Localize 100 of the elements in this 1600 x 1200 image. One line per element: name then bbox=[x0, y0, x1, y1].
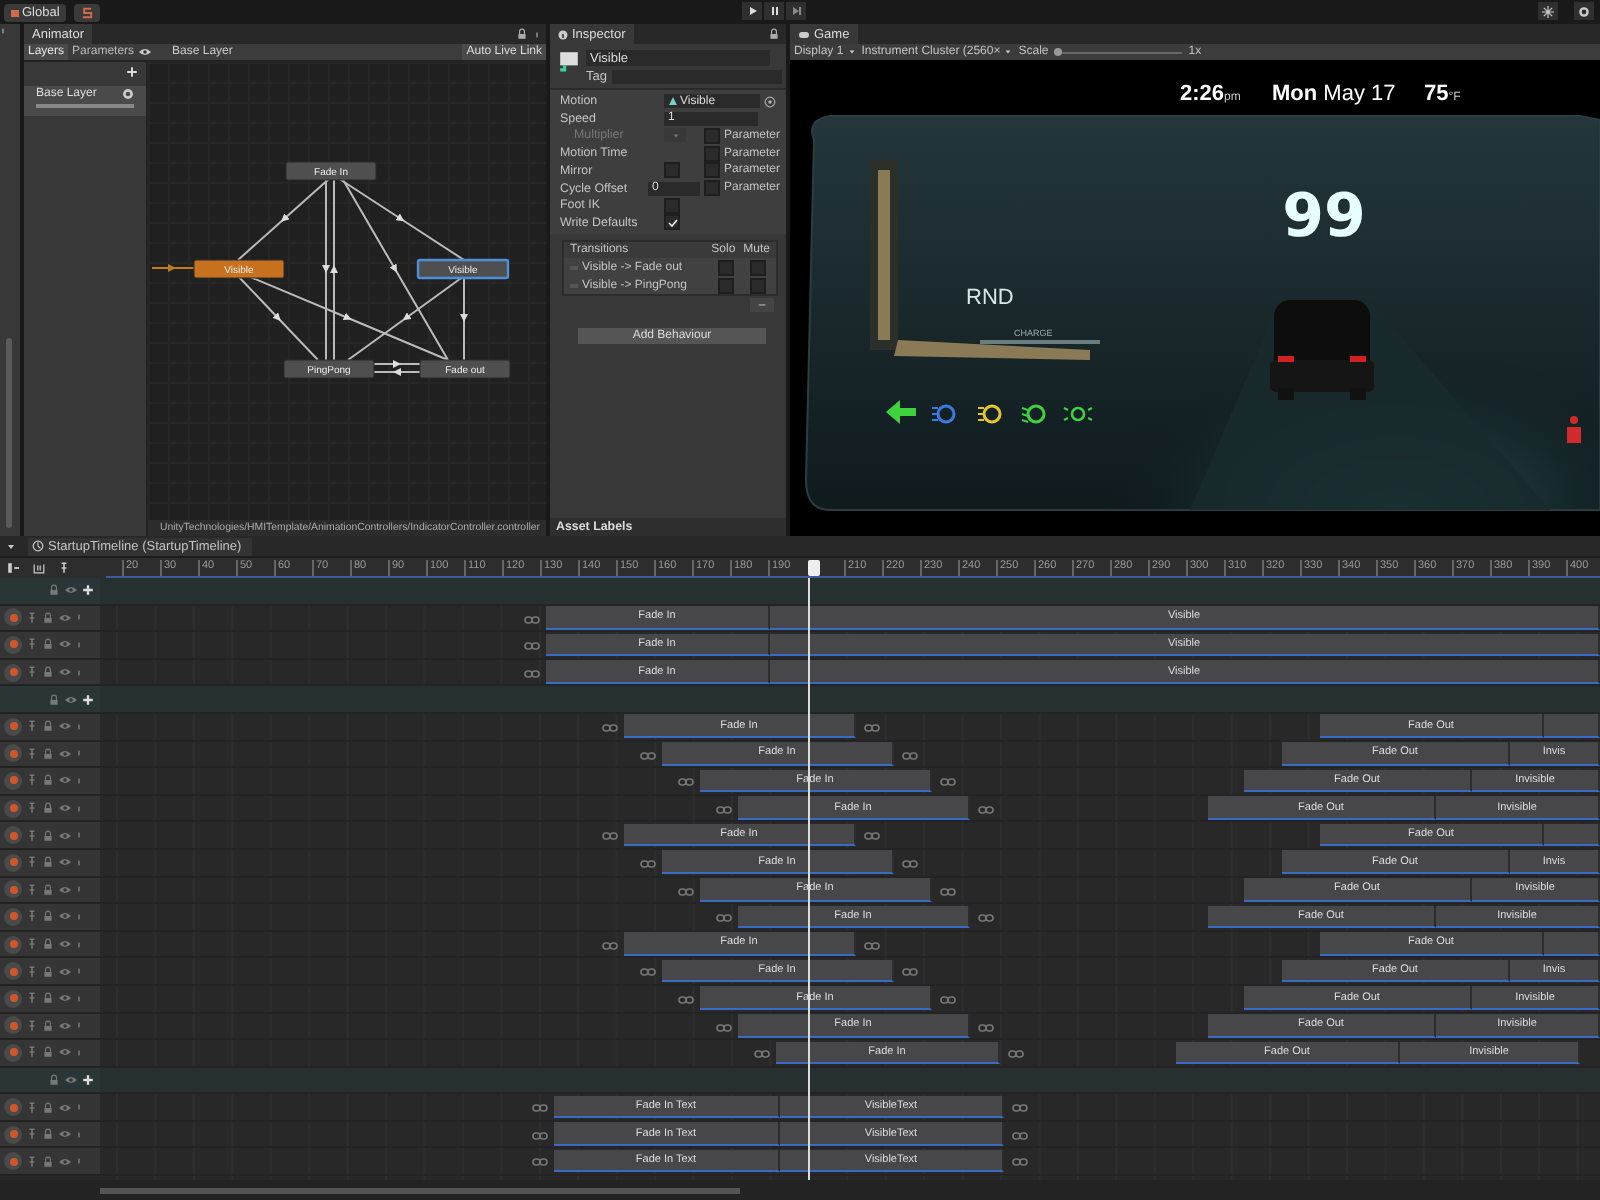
eye-icon bbox=[58, 829, 72, 842]
eye-icon bbox=[58, 1128, 72, 1141]
link-icon bbox=[1012, 1158, 1028, 1167]
low-beam-icon bbox=[1021, 404, 1046, 424]
eye-icon bbox=[58, 1019, 72, 1032]
pin-icon bbox=[26, 829, 38, 842]
eye-icon bbox=[58, 883, 72, 896]
timeline-clip[interactable] bbox=[1544, 932, 1600, 956]
link-icon bbox=[716, 1023, 732, 1031]
lock-icon bbox=[42, 666, 54, 679]
add-icon bbox=[82, 693, 94, 706]
check-icon bbox=[667, 217, 677, 228]
play-button[interactable] bbox=[742, 2, 762, 20]
pin-icon bbox=[26, 1101, 38, 1114]
snap-button[interactable] bbox=[73, 3, 100, 21]
eye-icon bbox=[64, 584, 78, 597]
pin-icon bbox=[26, 938, 38, 951]
pin-icon bbox=[26, 1155, 38, 1168]
settings-button[interactable] bbox=[1574, 2, 1594, 20]
add-icon bbox=[82, 584, 94, 597]
lock-icon bbox=[42, 611, 54, 624]
timeline-clip[interactable] bbox=[1544, 823, 1600, 847]
link-icon bbox=[940, 887, 956, 896]
link-icon bbox=[678, 778, 694, 787]
solo-checkbox[interactable] bbox=[718, 277, 734, 293]
playhead-handle[interactable] bbox=[808, 560, 820, 576]
pivot-icon bbox=[10, 7, 20, 17]
link-icon bbox=[532, 1131, 548, 1140]
fog-light-icon bbox=[977, 404, 1002, 424]
target-icon bbox=[764, 95, 776, 108]
checkbox[interactable] bbox=[703, 180, 720, 197]
gear-indicator: RND bbox=[966, 286, 1014, 310]
eye-icon bbox=[58, 1046, 72, 1059]
checkbox[interactable] bbox=[664, 162, 680, 179]
snap-icon bbox=[79, 5, 94, 19]
pin-icon bbox=[58, 562, 70, 574]
slider-thumb[interactable] bbox=[1054, 48, 1063, 56]
link-icon bbox=[532, 1104, 548, 1113]
link-icon bbox=[902, 859, 918, 868]
solo-checkbox[interactable] bbox=[718, 259, 734, 275]
scrollbar-thumb[interactable] bbox=[100, 1187, 740, 1193]
link-icon bbox=[640, 751, 656, 760]
lock-icon bbox=[42, 1101, 54, 1114]
lock-icon bbox=[42, 883, 54, 896]
services-button[interactable] bbox=[1538, 2, 1558, 20]
link-icon bbox=[716, 805, 732, 814]
pin-icon bbox=[26, 611, 38, 624]
pin-icon bbox=[26, 1019, 38, 1032]
scale-slider[interactable] bbox=[1054, 48, 1183, 56]
link-icon bbox=[1012, 1131, 1028, 1140]
eye-icon bbox=[58, 611, 72, 624]
eye-icon bbox=[58, 992, 72, 1005]
lock-icon bbox=[768, 28, 780, 40]
eye-icon bbox=[58, 638, 72, 651]
parameter-dropdown[interactable] bbox=[664, 128, 686, 143]
snap-icon bbox=[32, 562, 46, 574]
checkbox[interactable] bbox=[703, 162, 720, 179]
mute-checkbox[interactable] bbox=[750, 277, 766, 293]
speed-readout: 99 bbox=[1282, 182, 1366, 252]
lock-icon bbox=[42, 1155, 54, 1168]
lock-icon bbox=[42, 1046, 54, 1059]
link-icon bbox=[524, 615, 540, 624]
link-icon bbox=[524, 642, 540, 651]
add-icon bbox=[126, 66, 138, 78]
checkbox[interactable] bbox=[664, 214, 680, 231]
lock-icon bbox=[42, 802, 54, 815]
clip-icon bbox=[668, 96, 678, 107]
checkbox[interactable] bbox=[703, 145, 720, 162]
step-button[interactable] bbox=[786, 2, 806, 20]
eye-icon bbox=[58, 856, 72, 869]
eye-icon bbox=[58, 1101, 72, 1114]
link-icon bbox=[678, 887, 694, 896]
pin-icon bbox=[26, 802, 38, 815]
lock-icon bbox=[42, 774, 54, 787]
mute-checkbox[interactable] bbox=[750, 259, 766, 275]
link-icon bbox=[602, 941, 618, 950]
checkbox[interactable] bbox=[664, 197, 680, 214]
link-icon bbox=[640, 859, 656, 868]
more-icon bbox=[0, 24, 6, 38]
eye-icon bbox=[58, 720, 72, 733]
lock-icon bbox=[42, 1128, 54, 1141]
lock-icon bbox=[42, 829, 54, 842]
step-icon bbox=[791, 6, 801, 16]
lock-icon bbox=[42, 1019, 54, 1032]
pin-icon bbox=[26, 666, 38, 679]
pause-icon bbox=[769, 6, 779, 16]
eye-icon bbox=[64, 1073, 78, 1086]
pin-icon bbox=[26, 883, 38, 896]
link-icon bbox=[602, 723, 618, 732]
pin-icon bbox=[26, 1046, 38, 1059]
link-icon bbox=[716, 914, 732, 923]
pin-icon bbox=[26, 1128, 38, 1141]
timeline-clip[interactable] bbox=[1544, 714, 1600, 738]
sparkle-icon bbox=[1542, 5, 1554, 17]
eye-icon bbox=[58, 938, 72, 951]
link-icon bbox=[864, 723, 880, 732]
eye-icon bbox=[58, 910, 72, 923]
link-icon bbox=[524, 669, 540, 678]
pause-button[interactable] bbox=[764, 2, 784, 20]
link-icon bbox=[1012, 1104, 1028, 1113]
